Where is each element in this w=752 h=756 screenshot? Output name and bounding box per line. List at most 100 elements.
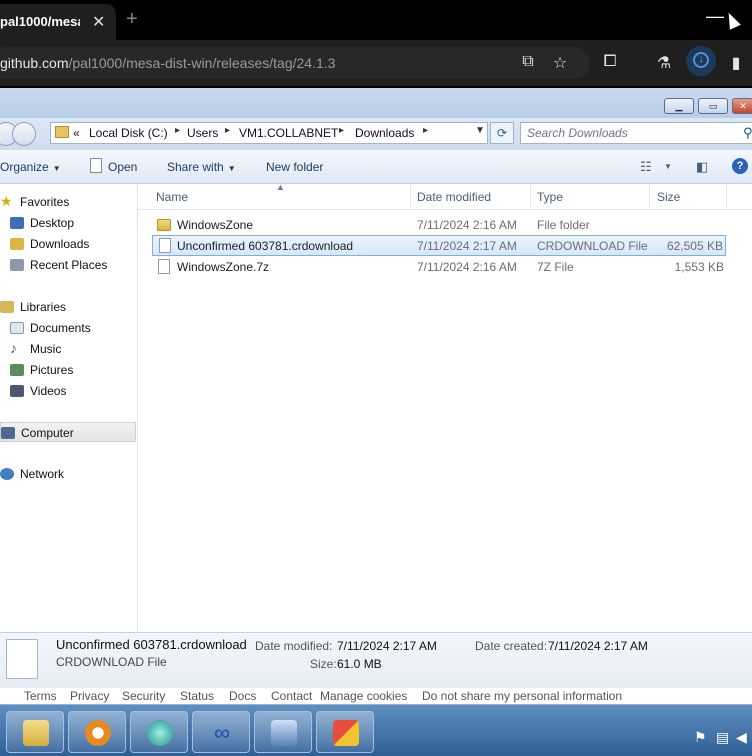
nav-music[interactable]: ♪ Music (0, 339, 136, 359)
folder-icon (55, 126, 69, 138)
computer-icon (1, 427, 15, 439)
nav-network[interactable]: Network (0, 464, 136, 484)
date-modified-label: Date modified: (255, 639, 333, 653)
chevron-down-icon[interactable]: ▼ (475, 125, 485, 136)
chevron-right-icon[interactable]: ▸ (175, 125, 180, 136)
size-value: 61.0 MB (337, 657, 382, 671)
size-label: Size: (310, 657, 337, 671)
chevron-right-icon[interactable]: ▸ (339, 125, 344, 136)
nav-label: Documents (30, 321, 91, 335)
chevron-right-icon[interactable]: ▸ (225, 125, 230, 136)
nav-recent-places[interactable]: Recent Places (0, 255, 136, 275)
network-tray-icon[interactable]: ▤ (716, 729, 729, 746)
column-divider[interactable] (649, 184, 650, 210)
nav-label: Favorites (20, 195, 70, 209)
change-view-icon[interactable]: ☷ (640, 159, 652, 175)
nav-pictures[interactable]: Pictures (0, 360, 136, 380)
breadcrumb-local-disk[interactable]: Local Disk (C:) (89, 126, 168, 140)
pictures-icon (10, 364, 24, 376)
navigation-pane: ★ Favorites Desktop Downloads Recent Pla… (0, 184, 138, 632)
nav-label: Recent Places (30, 258, 108, 272)
bookmark-star-icon[interactable]: ☆ (550, 53, 570, 73)
nav-videos[interactable]: Videos (0, 381, 136, 401)
taskbar-infinity-app-button[interactable]: ∞ (192, 711, 250, 753)
file-date: 7/11/2024 2:16 AM (417, 260, 517, 274)
taskbar-colorful-app-button[interactable] (316, 711, 374, 753)
new-folder-button[interactable]: New folder (266, 160, 323, 174)
table-row[interactable]: WindowsZone.7z 7/11/2024 2:16 AM 7Z File… (152, 257, 726, 278)
file-name: WindowsZone.7z (177, 260, 270, 274)
file-date: 7/11/2024 2:16 AM (417, 218, 517, 232)
search-box[interactable]: ⚲ (520, 122, 752, 144)
search-input[interactable] (527, 126, 727, 140)
minimize-button[interactable]: — (706, 6, 724, 27)
column-type[interactable]: Type (537, 190, 563, 204)
column-divider[interactable] (726, 184, 727, 210)
table-row[interactable]: WindowsZone 7/11/2024 2:16 AM File folde… (152, 215, 726, 236)
taskbar-explorer-button[interactable] (6, 711, 64, 753)
footer-link-do-not-share[interactable]: Do not share my personal information (422, 689, 622, 703)
file-type: 7Z File (537, 260, 574, 274)
column-name[interactable]: Name (156, 190, 188, 204)
footer-link-terms[interactable]: Terms (24, 689, 57, 703)
url-bar[interactable]: github.com/pal1000/mesa-dist-win/release… (0, 47, 590, 79)
organize-label: Organize (0, 160, 49, 174)
footer-link-status[interactable]: Status (180, 689, 214, 703)
nav-favorites[interactable]: ★ Favorites (0, 192, 136, 212)
table-row[interactable] (152, 302, 726, 323)
taskbar-app-button[interactable] (130, 711, 188, 753)
file-size: 1,553 KB (674, 260, 724, 274)
organize-button[interactable]: Organize ▼ (0, 160, 61, 174)
date-created-label: Date created: (475, 639, 548, 653)
open-button[interactable]: Open (108, 160, 137, 174)
side-panel-icon[interactable]: ▮ (726, 53, 746, 73)
details-file-type: CRDOWNLOAD File (56, 655, 167, 669)
extensions-icon[interactable]: ⧠ (600, 53, 620, 71)
column-size[interactable]: Size (657, 190, 680, 204)
footer-link-security[interactable]: Security (122, 689, 165, 703)
preview-pane-icon[interactable]: ◧ (696, 159, 708, 175)
breadcrumb[interactable]: « Local Disk (C:) ▸ Users ▸ VM1.COLLABNE… (50, 122, 488, 144)
column-header-row: ▲ Name Date modified Type Size (138, 182, 752, 210)
breadcrumb-overflow[interactable]: « (73, 126, 80, 140)
column-divider[interactable] (410, 184, 411, 210)
refresh-button[interactable]: ⟳ (490, 122, 514, 144)
footer-link-contact[interactable]: Contact (271, 689, 312, 703)
column-date-modified[interactable]: Date modified (417, 190, 491, 204)
share-with-button[interactable]: Share with ▼ (167, 160, 236, 174)
taskbar-media-player-button[interactable] (68, 711, 126, 753)
window-maximize-button[interactable]: ▭ (698, 98, 728, 114)
search-icon[interactable]: ⚲ (743, 125, 752, 141)
nav-desktop[interactable]: Desktop (0, 213, 136, 233)
tab-close-icon[interactable]: ✕ (92, 12, 105, 32)
footer-link-privacy[interactable]: Privacy (70, 689, 109, 703)
table-row-selected[interactable]: Unconfirmed 603781.crdownload 7/11/2024 … (152, 235, 726, 256)
nav-documents[interactable]: Documents (0, 318, 136, 338)
taskbar-remote-desktop-button[interactable] (254, 711, 312, 753)
chevron-right-icon[interactable]: ▸ (423, 125, 428, 136)
breadcrumb-vm1[interactable]: VM1.COLLABNET (239, 126, 338, 140)
chevron-down-icon[interactable]: ▼ (664, 162, 672, 171)
labs-flask-icon[interactable]: ⚗ (654, 53, 674, 73)
new-tab-button[interactable]: + (126, 8, 138, 31)
browser-tab[interactable]: pal1000/mesa ✕ (0, 4, 116, 40)
nav-libraries[interactable]: Libraries (0, 297, 136, 317)
footer-link-manage-cookies[interactable]: Manage cookies (320, 689, 407, 703)
action-center-flag-icon[interactable]: ⚑ (694, 729, 707, 746)
install-app-icon[interactable]: ⧉ (518, 53, 538, 71)
window-minimize-button[interactable]: ▁ (664, 98, 694, 114)
downloads-button[interactable]: ↓ (686, 46, 716, 76)
window-close-button[interactable]: ✕ (732, 98, 752, 114)
details-file-name: Unconfirmed 603781.crdownload (56, 637, 247, 652)
breadcrumb-users[interactable]: Users (187, 126, 218, 140)
footer-link-docs[interactable]: Docs (229, 689, 256, 703)
breadcrumb-downloads[interactable]: Downloads (355, 126, 414, 140)
volume-icon[interactable]: ◀ (736, 729, 747, 746)
address-row: « Local Disk (C:) ▸ Users ▸ VM1.COLLABNE… (0, 118, 752, 150)
chevron-down-icon: ▼ (227, 164, 236, 173)
forward-button[interactable] (12, 122, 36, 146)
column-divider[interactable] (530, 184, 531, 210)
nav-downloads[interactable]: Downloads (0, 234, 136, 254)
nav-computer[interactable]: Computer (0, 422, 136, 442)
help-icon[interactable]: ? (732, 158, 748, 174)
